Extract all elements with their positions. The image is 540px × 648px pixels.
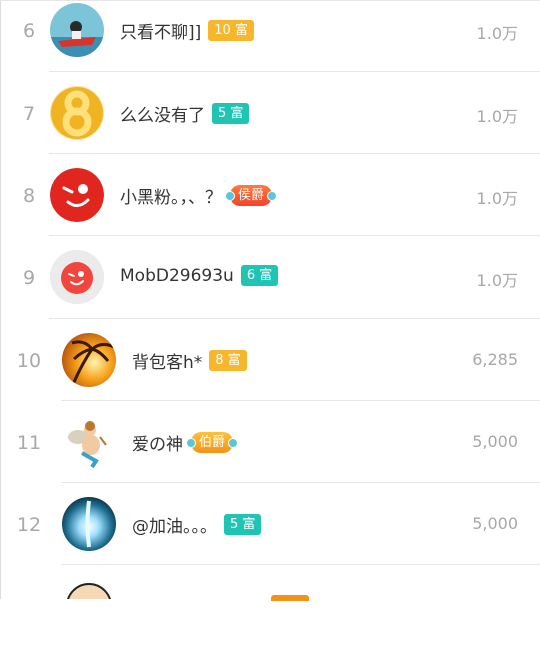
wealth-level-badge: 5 富: [212, 103, 250, 124]
contribution-value: 5,000: [472, 432, 518, 451]
jetski-avatar[interactable]: [50, 3, 104, 57]
contribution-value: 6,285: [472, 350, 518, 369]
red-wink-face-avatar[interactable]: [50, 250, 104, 304]
user-name: 只看不聊]]: [120, 23, 202, 43]
rank-number: 10: [16, 350, 42, 372]
user-name-row: 爱の神 伯爵: [132, 430, 239, 455]
ranking-row-11[interactable]: 11 爱の神 伯爵 5,000: [0, 401, 540, 484]
user-name: 爱の神: [132, 435, 183, 455]
user-name: 背包客h*: [132, 353, 203, 373]
user-name-row: 只看不聊]] 10 富: [120, 18, 254, 43]
contribution-value: 1.0万: [476, 189, 518, 208]
wealth-level-badge: 10 富: [208, 20, 254, 41]
rank-number: 12: [16, 514, 42, 536]
user-name: 么么没有了: [120, 106, 205, 126]
rank-number: 11: [16, 432, 42, 454]
user-name-row: @加油。。。 5 富: [132, 512, 262, 537]
red-wink-face-avatar[interactable]: [50, 168, 104, 222]
rank-number: 9: [22, 267, 36, 289]
bald-cartoon-avatar[interactable]: [62, 579, 116, 599]
ranking-row-6[interactable]: 6 只看不聊]] 10 富 1.0万: [0, 0, 540, 72]
user-name-row: 小黑粉。，、？ 侯爵: [120, 183, 278, 208]
golden-eight-avatar[interactable]: [50, 86, 104, 140]
user-name-row: 么么没有了 5 富: [120, 101, 250, 126]
user-name: @加油。。。: [132, 517, 217, 537]
ranking-row-10[interactable]: 10 背包客h* 8 富 6,285: [0, 319, 540, 402]
contribution-value: 1.0万: [476, 24, 518, 43]
rank-number: 8: [22, 185, 36, 207]
ranking-row-8[interactable]: 8 小黑粉。，、？ 侯爵 1.0万: [0, 154, 540, 237]
contribution-value: 5,000: [472, 514, 518, 533]
user-name: MobD29693u: [120, 265, 234, 286]
ranking-row-13[interactable]: [0, 565, 540, 648]
noble-title-badge: [271, 595, 309, 601]
user-name: 小黑粉。，、？: [120, 188, 222, 208]
ranking-row-9[interactable]: 9 MobD29693u 6 富 1.0万: [0, 236, 540, 319]
wealth-level-badge: 5 富: [224, 514, 262, 535]
blue-light-avatar[interactable]: [62, 497, 116, 551]
contribution-value: 1.0万: [476, 271, 518, 290]
contribution-value: 1.0万: [476, 107, 518, 126]
noble-title-badge: 侯爵: [224, 185, 278, 206]
ranking-row-7[interactable]: 7 么么没有了 5 富 1.0万: [0, 72, 540, 155]
cupid-angel-avatar[interactable]: [62, 415, 116, 469]
palm-sunset-avatar[interactable]: [62, 333, 116, 387]
noble-title-badge: 伯爵: [185, 432, 239, 453]
rank-number: 6: [22, 20, 36, 42]
wealth-level-badge: 6 富: [240, 265, 279, 286]
user-name-row: MobD29693u 6 富: [120, 265, 279, 286]
rank-number: 7: [22, 103, 36, 125]
ranking-row-12[interactable]: 12 @加油。。。 5 富 5,000: [0, 483, 540, 566]
wealth-level-badge: 8 富: [209, 350, 247, 371]
user-name-row: 背包客h* 8 富: [132, 348, 247, 373]
